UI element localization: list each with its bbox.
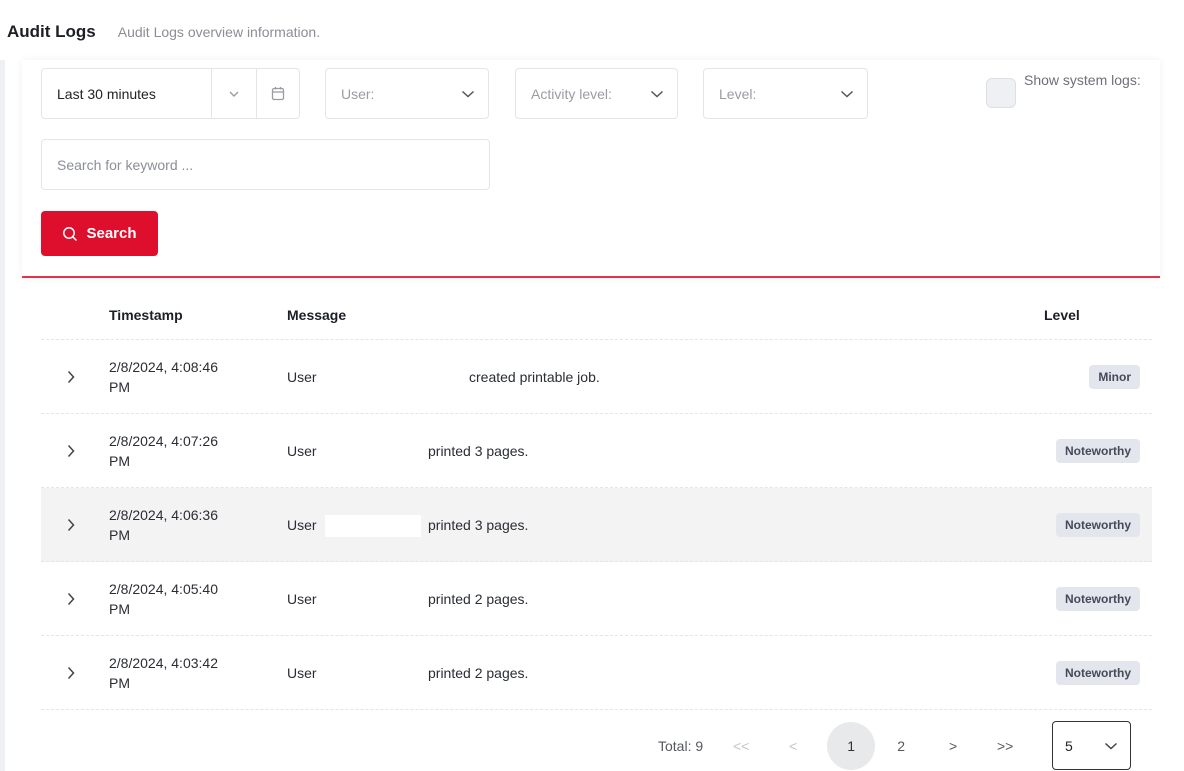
- level-select-label: Level:: [719, 85, 757, 102]
- level-cell: Minor: [1089, 364, 1140, 389]
- redacted-username: [325, 515, 421, 537]
- message-user: User: [287, 516, 317, 533]
- level-badge: Noteworthy: [1056, 586, 1140, 611]
- column-header-message: Message: [287, 306, 347, 323]
- page-header: Audit Logs Audit Logs overview informati…: [7, 22, 320, 42]
- user-select[interactable]: User:: [325, 68, 489, 119]
- timestamp-ampm: PM: [109, 526, 130, 543]
- expand-row-button[interactable]: [41, 444, 109, 458]
- message-user: User: [287, 590, 317, 607]
- last-page-button[interactable]: >>: [987, 728, 1023, 764]
- timestamp-cell: 2/8/2024, 4:06:36 PM: [109, 505, 259, 545]
- search-button[interactable]: Search: [41, 211, 158, 256]
- timestamp-date: 2/8/2024, 4:07:26: [109, 432, 218, 449]
- keyword-search-input[interactable]: [41, 139, 490, 190]
- activity-level-select-label: Activity level:: [531, 85, 612, 102]
- level-badge: Noteworthy: [1056, 660, 1140, 685]
- level-cell: Noteworthy: [1056, 660, 1140, 685]
- message-text: printed 2 pages.: [428, 664, 529, 681]
- chevron-right-icon: [67, 592, 75, 605]
- expand-row-button[interactable]: [41, 518, 109, 532]
- first-page-button[interactable]: <<: [723, 728, 759, 764]
- level-cell: Noteworthy: [1056, 512, 1140, 537]
- page-size-select[interactable]: 5: [1052, 721, 1131, 770]
- table-row[interactable]: 2/8/2024, 4:06:36 PM User printed 3 pages…: [41, 488, 1152, 562]
- chevron-down-icon: [827, 90, 867, 98]
- show-system-logs-checkbox[interactable]: [986, 78, 1016, 108]
- expand-row-button[interactable]: [41, 592, 109, 606]
- message-user: User: [287, 368, 317, 385]
- message-text: created printable job.: [469, 368, 600, 385]
- expand-row-button[interactable]: [41, 370, 109, 384]
- time-range-picker[interactable]: Last 30 minutes: [41, 68, 300, 119]
- level-badge: Noteworthy: [1056, 512, 1140, 537]
- page-button-2[interactable]: 2: [883, 728, 919, 764]
- column-header-level: Level: [1044, 306, 1080, 323]
- chevron-right-icon: [67, 518, 75, 531]
- chevron-down-icon: [229, 91, 239, 97]
- timestamp-ampm: PM: [109, 674, 130, 691]
- table-row[interactable]: 2/8/2024, 4:07:26 PM User printed 3 pages…: [41, 414, 1152, 488]
- timestamp-cell: 2/8/2024, 4:07:26 PM: [109, 431, 259, 471]
- page-left-edge: [0, 60, 5, 771]
- table-row[interactable]: 2/8/2024, 4:03:42 PM User printed 2 pages…: [41, 636, 1152, 710]
- message-text: printed 3 pages.: [428, 442, 529, 459]
- timestamp-date: 2/8/2024, 4:08:46: [109, 358, 218, 375]
- search-icon: [63, 226, 78, 241]
- show-system-logs[interactable]: Show system logs:: [986, 70, 1154, 108]
- chevron-down-icon: [1104, 742, 1118, 750]
- time-range-dropdown-button[interactable]: [212, 69, 257, 118]
- level-cell: Noteworthy: [1056, 438, 1140, 463]
- time-range-value[interactable]: Last 30 minutes: [42, 69, 212, 118]
- page-size-value: 5: [1065, 737, 1073, 754]
- timestamp-ampm: PM: [109, 378, 130, 395]
- show-system-logs-label: Show system logs:: [1024, 72, 1141, 88]
- timestamp-date: 2/8/2024, 4:06:36: [109, 506, 218, 523]
- table-header: Timestamp Message Level: [41, 290, 1152, 340]
- page-title: Audit Logs: [7, 22, 96, 41]
- user-select-label: User:: [341, 85, 375, 102]
- message-user: User: [287, 664, 317, 681]
- chevron-right-icon: [67, 666, 75, 679]
- activity-level-select[interactable]: Activity level:: [515, 68, 678, 119]
- chevron-right-icon: [67, 444, 75, 457]
- audit-log-table: Timestamp Message Level 2/8/2024, 4:08:4…: [41, 290, 1152, 710]
- timestamp-cell: 2/8/2024, 4:05:40 PM: [109, 579, 259, 619]
- expand-row-button[interactable]: [41, 666, 109, 680]
- previous-page-button[interactable]: <: [775, 728, 811, 764]
- next-page-button[interactable]: >: [935, 728, 971, 764]
- timestamp-date: 2/8/2024, 4:05:40: [109, 580, 218, 597]
- timestamp-date: 2/8/2024, 4:03:42: [109, 654, 218, 671]
- level-cell: Noteworthy: [1056, 586, 1140, 611]
- timestamp-cell: 2/8/2024, 4:03:42 PM: [109, 653, 259, 693]
- level-select[interactable]: Level:: [703, 68, 868, 119]
- table-row[interactable]: 2/8/2024, 4:08:46 PM User created printab…: [41, 340, 1152, 414]
- calendar-button[interactable]: [257, 69, 299, 118]
- timestamp-cell: 2/8/2024, 4:08:46 PM: [109, 357, 259, 397]
- page-button-1[interactable]: 1: [827, 722, 876, 770]
- search-button-label: Search: [86, 225, 137, 242]
- column-header-timestamp: Timestamp: [109, 306, 183, 323]
- message-text: printed 2 pages.: [428, 590, 529, 607]
- message-text: printed 3 pages.: [428, 516, 529, 533]
- timestamp-ampm: PM: [109, 452, 130, 469]
- total-count: Total: 9: [658, 738, 704, 754]
- level-badge: Noteworthy: [1056, 438, 1140, 463]
- message-user: User: [287, 442, 317, 459]
- timestamp-ampm: PM: [109, 600, 130, 617]
- chevron-down-icon: [448, 90, 488, 98]
- chevron-right-icon: [67, 370, 75, 383]
- level-badge: Minor: [1089, 364, 1140, 389]
- table-row[interactable]: 2/8/2024, 4:05:40 PM User printed 2 pages…: [41, 562, 1152, 636]
- calendar-icon: [271, 87, 285, 101]
- chevron-down-icon: [637, 90, 677, 98]
- page-subtitle: Audit Logs overview information.: [117, 24, 321, 40]
